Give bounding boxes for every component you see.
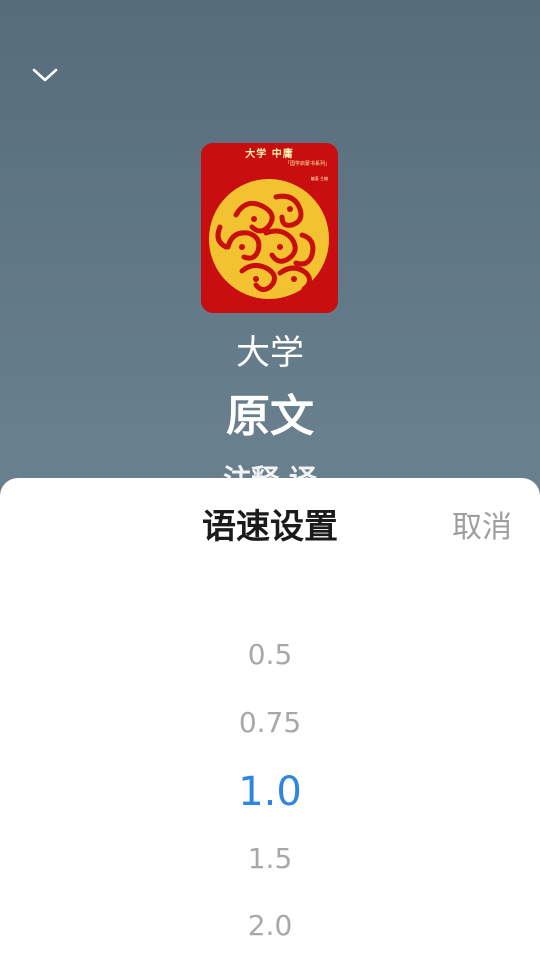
section-title: 原文: [226, 391, 314, 442]
book-cover: 大学 中庸 「国学启蒙书系列」 编著 主编: [201, 143, 338, 313]
book-title: 大学: [236, 333, 304, 373]
speed-settings-sheet: 语速设置 取消 0.5 0.75 1.0 1.5 2.0: [0, 478, 540, 960]
chevron-down-icon: [32, 68, 58, 82]
cover-series: 「国学启蒙书系列」: [284, 161, 330, 167]
cancel-button[interactable]: 取消: [452, 508, 512, 548]
speed-option-1-5[interactable]: 1.5: [0, 839, 540, 879]
collapse-button[interactable]: [26, 56, 64, 94]
speed-option-0-75[interactable]: 0.75: [0, 703, 540, 743]
cover-title: 大学 中庸: [245, 149, 294, 160]
cloud-pattern-icon: [209, 179, 329, 299]
speed-option-0-5[interactable]: 0.5: [0, 635, 540, 675]
speed-option-2-0[interactable]: 2.0: [0, 906, 540, 946]
speed-option-1-0-selected[interactable]: 1.0: [0, 768, 540, 816]
